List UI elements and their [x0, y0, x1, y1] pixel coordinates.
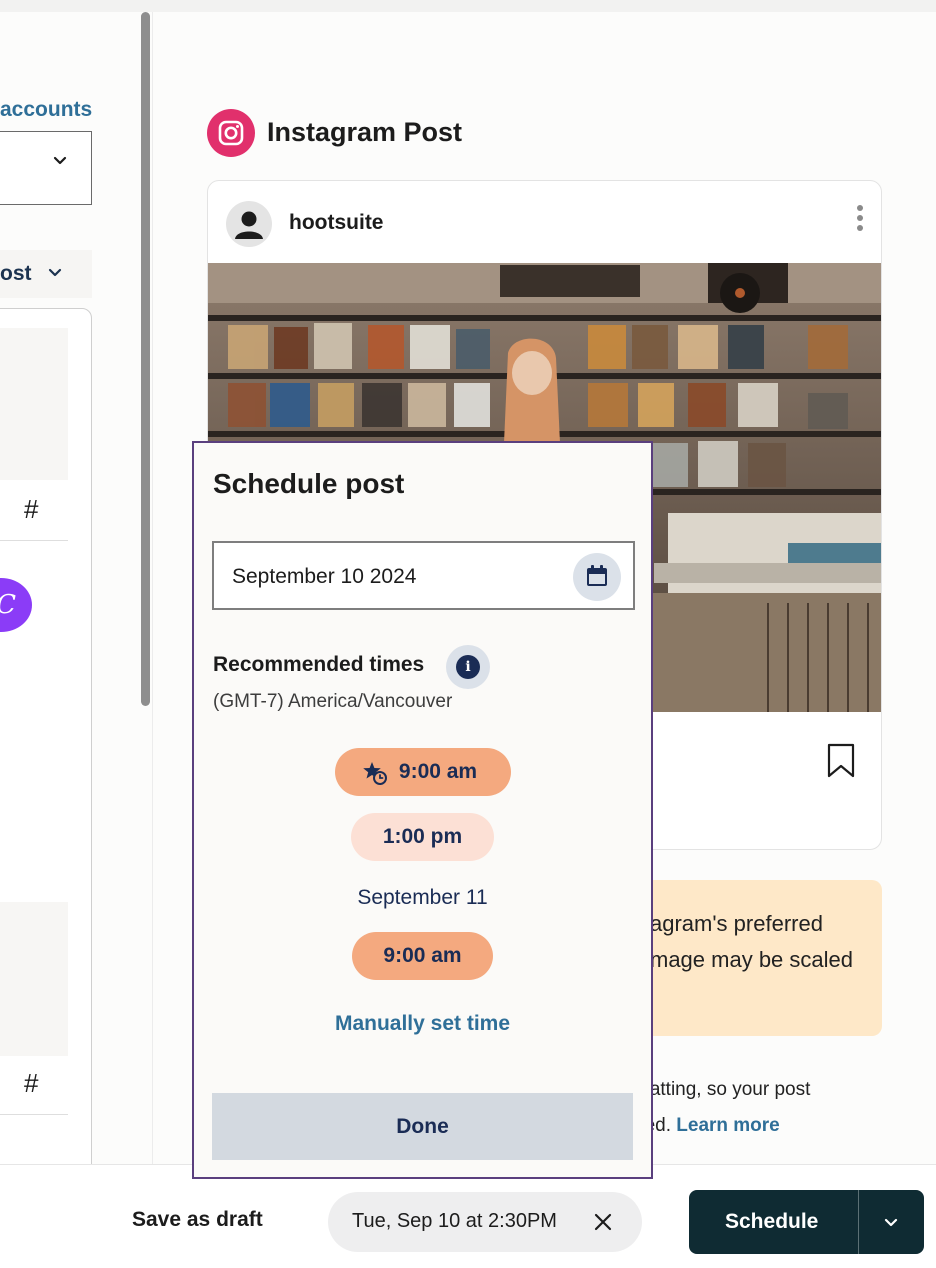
info-icon[interactable]: i: [446, 645, 490, 689]
accounts-link[interactable]: accounts: [0, 98, 92, 122]
day-label: September 11: [357, 886, 488, 909]
done-button[interactable]: Done: [212, 1093, 633, 1160]
date-value: September 10 2024: [232, 565, 417, 588]
schedule-popover: Schedule post September 10 2024 Recommen…: [192, 441, 653, 1179]
popover-title: Schedule post: [213, 468, 405, 499]
avatar-icon: [226, 201, 272, 247]
time-label: 9:00 am: [383, 944, 462, 967]
learn-more-link[interactable]: Learn more: [676, 1115, 779, 1136]
network-title: Instagram Post: [267, 117, 463, 147]
calendar-icon: [587, 565, 607, 586]
recommended-times-label: Recommended times: [213, 653, 425, 676]
top-strip: [0, 0, 936, 12]
calendar-button[interactable]: [573, 553, 621, 601]
account-handle: hootsuite: [289, 211, 384, 234]
divider: [0, 540, 68, 541]
date-field[interactable]: September 10 2024: [212, 541, 635, 610]
time-label: 1:00 pm: [382, 825, 463, 848]
schedule-label: Schedule: [725, 1210, 819, 1233]
pane-divider: [152, 12, 153, 1164]
text-editor-area[interactable]: [0, 328, 68, 480]
scheduled-date-text: Tue, Sep 10 at 2:30PM: [352, 1210, 557, 1232]
save-draft-button[interactable]: Save as draft: [132, 1208, 263, 1232]
hash-icon[interactable]: #: [24, 494, 38, 525]
hash-icon[interactable]: #: [24, 1068, 38, 1099]
text-editor-area[interactable]: [0, 902, 68, 1056]
format-info-text: matting, so your post hed. Learn more: [634, 1079, 811, 1136]
time-option[interactable]: 1:00 pm: [351, 813, 494, 861]
chevron-down-icon[interactable]: [883, 1215, 899, 1231]
timezone-label: (GMT-7) America/Vancouver: [213, 691, 453, 712]
account-select[interactable]: [0, 131, 92, 205]
time-option[interactable]: 9:00 am: [352, 932, 493, 980]
time-option-best[interactable]: 9:00 am: [335, 748, 511, 796]
more-options-icon[interactable]: [855, 205, 865, 235]
star-clock-icon: [363, 762, 387, 785]
divider: [0, 1114, 68, 1115]
scheduled-date-chip[interactable]: Tue, Sep 10 at 2:30PM: [328, 1192, 642, 1252]
chevron-down-icon: [48, 268, 62, 277]
instagram-icon: [207, 109, 255, 157]
warning-text: agram's preferred mage may be scaled: [650, 911, 853, 972]
schedule-button[interactable]: Schedule: [689, 1190, 924, 1254]
close-icon[interactable]: [592, 1211, 614, 1233]
time-label: 9:00 am: [398, 760, 478, 783]
manual-time-link[interactable]: Manually set time: [194, 1012, 651, 1036]
bookmark-icon[interactable]: [826, 743, 856, 779]
scrollbar[interactable]: [141, 12, 150, 706]
split-divider: [858, 1190, 859, 1254]
chevron-down-icon: [53, 156, 67, 165]
post-type-label: ost: [0, 262, 32, 285]
